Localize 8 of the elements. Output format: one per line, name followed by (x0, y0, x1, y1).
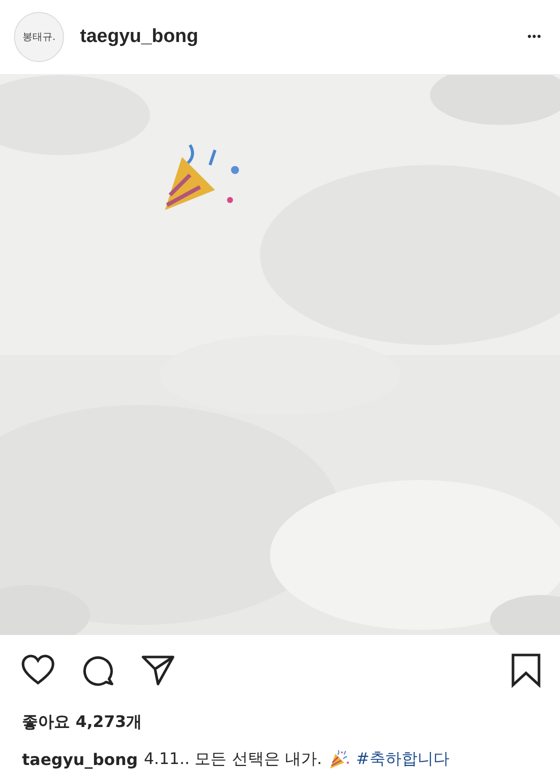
like-count: 좋아요 4,273개 (21, 710, 144, 732)
avatar[interactable]: 봉태규. (14, 12, 64, 62)
more-options-button[interactable]: ••• (527, 31, 542, 43)
caption-username[interactable]: taegyu_bong (22, 750, 138, 768)
party-popper-icon (328, 748, 350, 770)
caption-text: 4.11.. 모든 선택은 내가. (144, 748, 322, 770)
hashtag-link[interactable]: #축하합니다 (356, 748, 450, 770)
username-link[interactable]: taegyu_bong (80, 26, 528, 48)
